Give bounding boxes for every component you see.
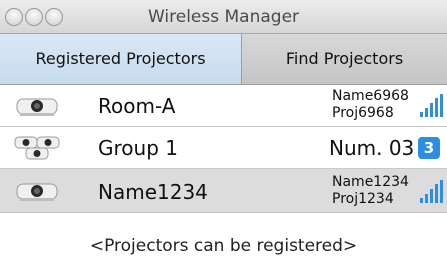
window-titlebar: Wireless Manager (0, 0, 447, 34)
tab-registered-projectors[interactable]: Registered Projectors (0, 34, 242, 84)
tab-bar: Registered Projectors Find Projectors (0, 34, 447, 85)
projector-row[interactable]: Group 1 Num. 03 3 (0, 127, 447, 169)
count-badge: 3 (418, 137, 440, 159)
status-message: <Projectors can be registered> (89, 236, 358, 256)
projector-name: Room-A (98, 94, 176, 118)
projector-row-selected[interactable]: Name1234 Name1234 Proj1234 (0, 169, 447, 213)
projector-detail-line1: Name6968 (332, 88, 409, 104)
projector-detail-line1: Name1234 (332, 174, 409, 190)
projector-detail: Name1234 Proj1234 (332, 174, 409, 208)
projector-number: Num. 03 (329, 136, 415, 160)
signal-strength-icon (420, 94, 443, 117)
projector-detail-line2: Proj6968 (332, 105, 394, 121)
projector-group-icon (14, 136, 60, 160)
projector-name: Group 1 (98, 136, 178, 160)
projector-detail-line2: Proj1234 (332, 191, 394, 207)
projector-row[interactable]: Room-A Name6968 Proj6968 (0, 85, 447, 127)
window-title: Wireless Manager (147, 7, 300, 27)
projector-name: Name1234 (98, 180, 208, 204)
projector-detail: Name6968 Proj6968 (332, 88, 409, 122)
tab-find-projectors[interactable]: Find Projectors (242, 34, 447, 84)
projector-icon (16, 98, 58, 116)
signal-strength-icon (420, 180, 443, 203)
projector-icon (16, 183, 58, 201)
